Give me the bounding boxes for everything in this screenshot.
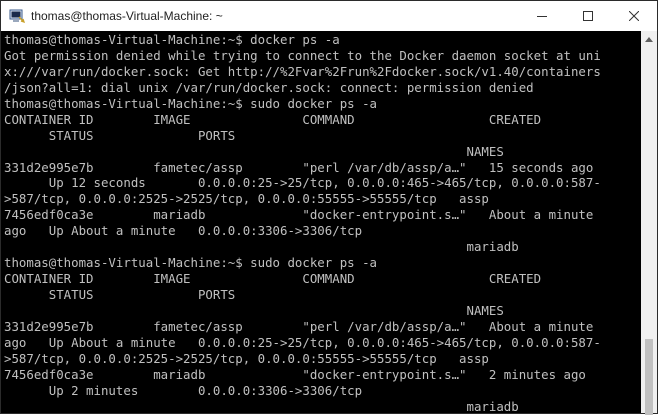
terminal-line: STATUS PORTS — [4, 287, 236, 302]
terminal-line: x:///var/run/docker.sock: Get http://%2F… — [4, 63, 601, 79]
terminal-line: STATUS PORTS — [4, 127, 236, 143]
terminal-line: NAMES — [4, 143, 504, 159]
terminal-line: Got permission denied while trying to co… — [4, 47, 601, 63]
window-controls — [519, 1, 657, 31]
window-title: thomas@thomas-Virtual-Machine: ~ — [31, 9, 223, 23]
minimize-icon[interactable] — [519, 1, 565, 31]
scrollbar-thumb[interactable] — [645, 339, 653, 415]
close-icon[interactable] — [611, 1, 657, 31]
terminal-line: ago Up About a minute 0.0.0.0:25->25/tcp… — [4, 334, 601, 350]
terminal-line: 7456edf0ca3e mariadb "docker-entrypoint.… — [4, 366, 586, 382]
scroll-up-arrow-icon[interactable] — [641, 31, 657, 47]
terminal-line: CONTAINER ID IMAGE COMMAND CREATED — [4, 271, 542, 287]
terminal-line: 331d2e995e7b fametec/assp "perl /var/db/… — [4, 159, 594, 175]
maximize-icon[interactable] — [565, 1, 611, 31]
terminal-line: thomas@thomas-Virtual-Machine:~$ sudo do… — [4, 95, 377, 111]
terminal-output[interactable]: thomas@thomas-Virtual-Machine:~$ docker … — [1, 31, 641, 413]
terminal-line: Up 2 minutes 0.0.0.0:3306->3306/tcp — [4, 382, 363, 398]
terminal-line: >587/tcp, 0.0.0.0:2525->2525/tcp, 0.0.0.… — [4, 191, 489, 207]
terminal-line: 331d2e995e7b fametec/assp "perl /var/db/… — [4, 318, 594, 334]
terminal-line: Up 12 seconds 0.0.0.0:25->25/tcp, 0.0.0.… — [4, 175, 601, 191]
terminal-line: CONTAINER ID IMAGE COMMAND CREATED — [4, 111, 542, 127]
terminal-line: thomas@thomas-Virtual-Machine:~$ sudo do… — [4, 255, 377, 271]
title-bar[interactable]: thomas@thomas-Virtual-Machine: ~ — [1, 1, 657, 31]
terminal-line: mariadb — [4, 239, 519, 255]
terminal-window: thomas@thomas-Virtual-Machine: ~ thomas@… — [0, 0, 658, 415]
terminal-line: /json?all=1: dial unix /var/run/docker.s… — [4, 79, 534, 95]
terminal-line: >587/tcp, 0.0.0.0:2525->2525/tcp, 0.0.0.… — [4, 350, 489, 366]
terminal-line: mariadb — [4, 398, 519, 413]
terminal-line: thomas@thomas-Virtual-Machine:~$ docker … — [4, 32, 340, 47]
terminal-line: 7456edf0ca3e mariadb "docker-entrypoint.… — [4, 207, 594, 223]
putty-terminal-icon[interactable] — [9, 8, 25, 24]
terminal-line: NAMES — [4, 302, 504, 318]
terminal-line: ago Up About a minute 0.0.0.0:3306->3306… — [4, 223, 363, 239]
vertical-scrollbar[interactable] — [641, 31, 657, 415]
